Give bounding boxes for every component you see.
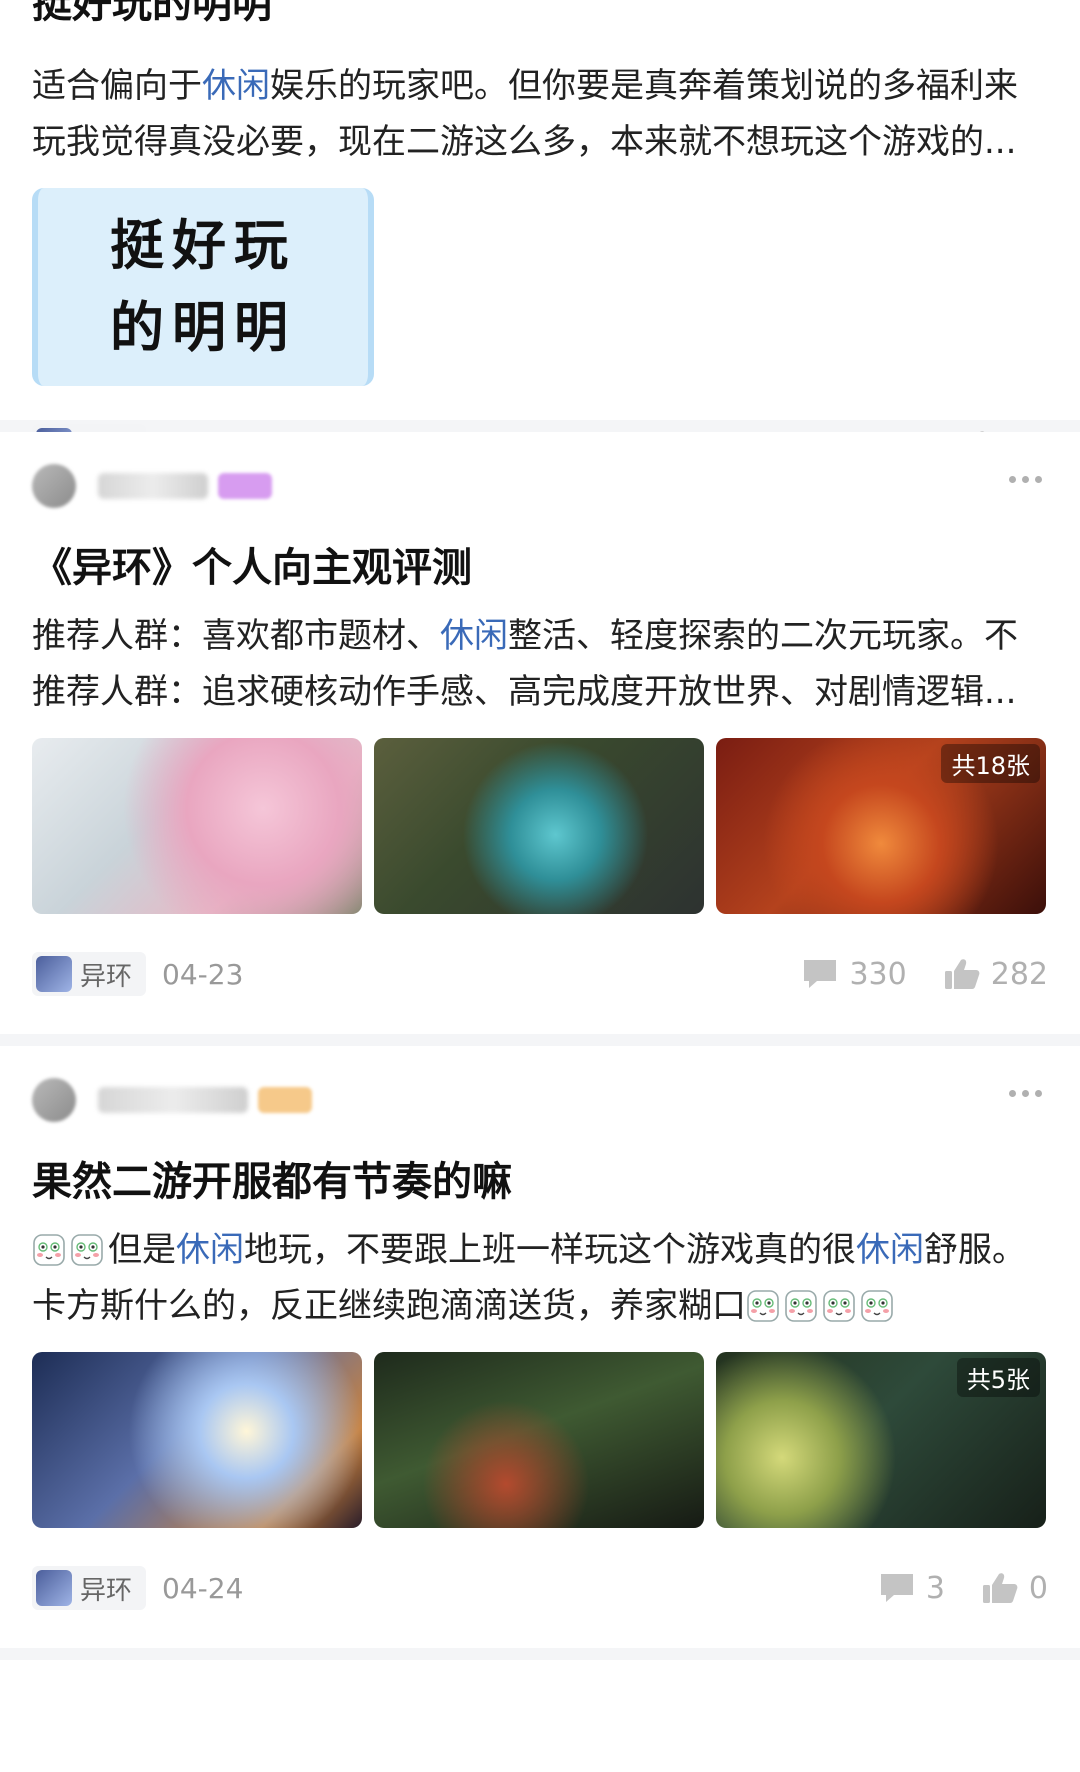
post-image[interactable] bbox=[374, 738, 704, 914]
image-grid: 共5张 bbox=[32, 1352, 1048, 1528]
poster-text: 的明明 bbox=[110, 296, 296, 359]
comment-button[interactable]: 3 bbox=[878, 1571, 945, 1606]
author-row[interactable] bbox=[32, 432, 1048, 540]
level-badge bbox=[258, 1087, 312, 1113]
like-icon bbox=[943, 957, 981, 991]
like-icon bbox=[981, 1571, 1019, 1605]
post-separator bbox=[0, 1648, 1080, 1660]
post-meta: 异环 04-23 330 282 bbox=[32, 914, 1048, 1034]
post-card[interactable]: 果然二游开服都有节奏的嘛 但是休闲地玩，不要跟上班一样玩这个游戏真的很休闲舒服。… bbox=[0, 1046, 1080, 1648]
like-count: 282 bbox=[990, 956, 1048, 992]
post-feed: 挺好玩的明明 适合偏向于休闲娱乐的玩家吧。但你要是真奔着策划说的多福利来玩我觉得… bbox=[0, 0, 1080, 1660]
post-stats: 330 282 bbox=[801, 957, 1048, 992]
post-excerpt[interactable]: 适合偏向于休闲娱乐的玩家吧。但你要是真奔着策划说的多福利来玩我觉得真没必要，现在… bbox=[32, 58, 1048, 170]
avatar[interactable] bbox=[32, 1078, 76, 1122]
game-name: 异环 bbox=[80, 1575, 133, 1606]
author-name-blurred[interactable] bbox=[98, 1087, 248, 1113]
author-row[interactable] bbox=[32, 1046, 1048, 1154]
post-date: 04-24 bbox=[162, 1571, 244, 1605]
comment-icon bbox=[801, 957, 839, 991]
post-image[interactable]: 共18张 bbox=[716, 738, 1046, 914]
game-icon bbox=[36, 956, 72, 992]
comment-icon bbox=[878, 1571, 916, 1605]
keyword-link[interactable]: 休闲 bbox=[440, 616, 508, 656]
like-button[interactable]: 282 bbox=[943, 957, 1048, 992]
more-icon[interactable] bbox=[1009, 1090, 1042, 1097]
excerpt-text: 推荐人群：喜欢都市题材、 bbox=[32, 616, 440, 656]
emoji-icon bbox=[784, 1289, 818, 1323]
emoji-icon bbox=[70, 1233, 104, 1267]
post-image[interactable] bbox=[32, 1352, 362, 1528]
image-grid: 共18张 bbox=[32, 738, 1048, 914]
post-title[interactable]: 挺好玩的明明 bbox=[32, 0, 272, 32]
game-name: 异环 bbox=[80, 961, 133, 992]
excerpt-text: 适合偏向于 bbox=[32, 66, 202, 106]
post-card[interactable]: 《异环》个人向主观评测 推荐人群：喜欢都市题材、休闲整活、轻度探索的二次元玩家。… bbox=[0, 432, 1080, 1034]
emoji-icon bbox=[32, 1233, 66, 1267]
keyword-link[interactable]: 休闲 bbox=[856, 1230, 924, 1270]
image-count-badge: 共5张 bbox=[956, 1358, 1040, 1397]
level-badge bbox=[218, 473, 272, 499]
avatar[interactable] bbox=[32, 464, 76, 508]
comment-count: 330 bbox=[849, 956, 907, 992]
post-image[interactable]: 挺好玩 的明明 bbox=[32, 188, 374, 386]
post-image[interactable]: 共5张 bbox=[716, 1352, 1046, 1528]
comment-button[interactable]: 330 bbox=[801, 956, 907, 992]
like-count: 0 bbox=[1028, 1570, 1048, 1606]
poster-text: 挺好玩 bbox=[110, 214, 296, 277]
post-separator bbox=[0, 1034, 1080, 1046]
post-stats: 3 0 bbox=[878, 1571, 1048, 1606]
post-image[interactable] bbox=[374, 1352, 704, 1528]
post-excerpt[interactable]: 但是休闲地玩，不要跟上班一样玩这个游戏真的很休闲舒服。卡方斯什么的，反正继续跑滴… bbox=[32, 1222, 1048, 1334]
emoji-icon bbox=[822, 1289, 856, 1323]
excerpt-text: 地玩，不要跟上班一样玩这个游戏真的很 bbox=[244, 1230, 856, 1270]
comment-count: 3 bbox=[925, 1570, 945, 1606]
keyword-link[interactable]: 休闲 bbox=[202, 66, 270, 106]
post-image[interactable] bbox=[32, 738, 362, 914]
post-title[interactable]: 果然二游开服都有节奏的嘛 bbox=[32, 1154, 1048, 1210]
like-button[interactable]: 0 bbox=[981, 1571, 1048, 1606]
excerpt-text: 但是 bbox=[108, 1230, 176, 1270]
post-date: 04-23 bbox=[162, 957, 244, 991]
post-excerpt[interactable]: 推荐人群：喜欢都市题材、休闲整活、轻度探索的二次元玩家。不推荐人群：追求硬核动作… bbox=[32, 608, 1048, 720]
more-icon[interactable] bbox=[1009, 476, 1042, 483]
keyword-link[interactable]: 休闲 bbox=[176, 1230, 244, 1270]
emoji-icon bbox=[746, 1289, 780, 1323]
game-icon bbox=[36, 1570, 72, 1606]
post-title[interactable]: 《异环》个人向主观评测 bbox=[32, 540, 1048, 596]
image-count-badge: 共18张 bbox=[941, 744, 1040, 783]
game-tag[interactable]: 异环 bbox=[32, 1566, 147, 1610]
emoji-icon bbox=[860, 1289, 894, 1323]
post-card[interactable]: 挺好玩的明明 适合偏向于休闲娱乐的玩家吧。但你要是真奔着策划说的多福利来玩我觉得… bbox=[0, 0, 1080, 468]
author-name-blurred[interactable] bbox=[98, 473, 208, 499]
post-meta: 异环 04-24 3 0 bbox=[32, 1528, 1048, 1648]
game-tag[interactable]: 异环 bbox=[32, 952, 147, 996]
